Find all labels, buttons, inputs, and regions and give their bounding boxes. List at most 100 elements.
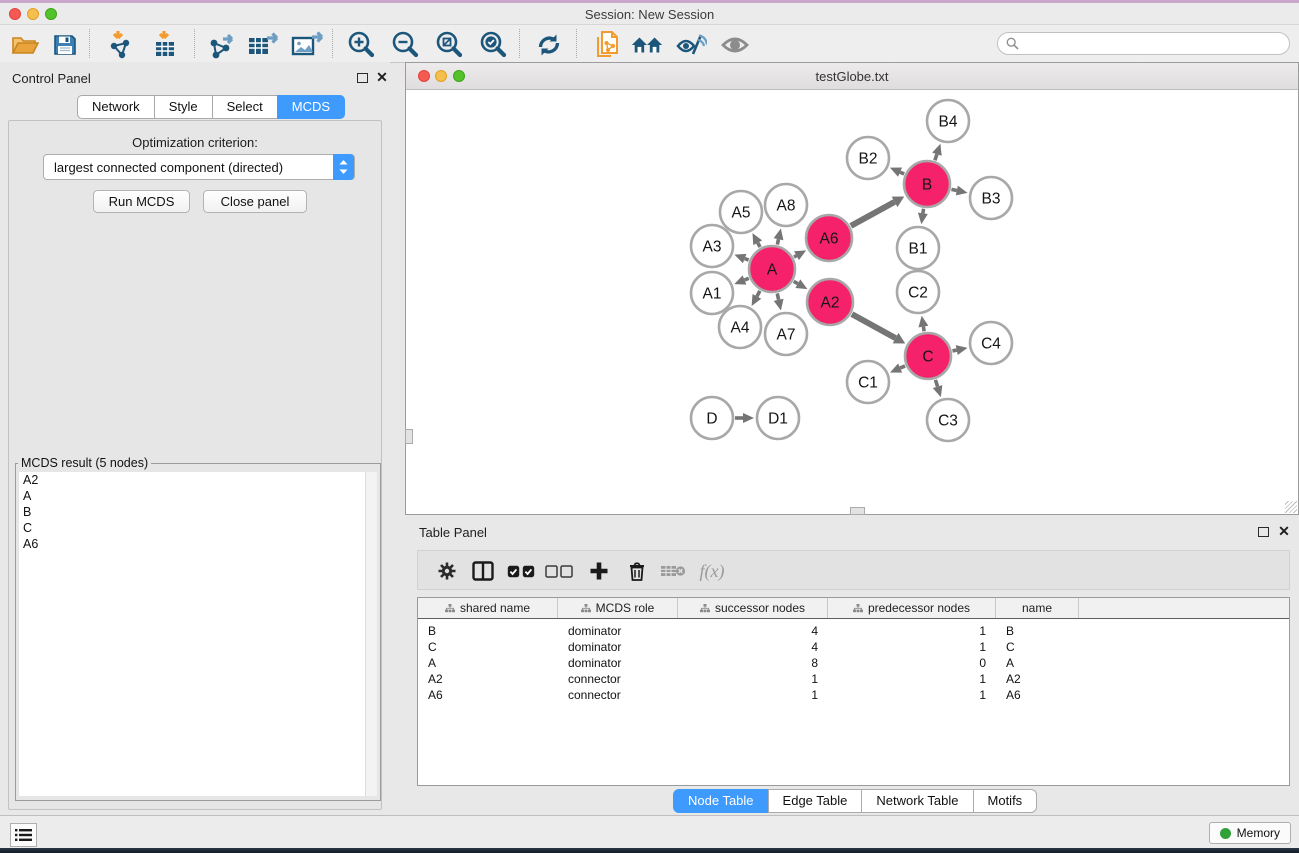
zoom-out-button[interactable] xyxy=(388,30,422,60)
home-button[interactable] xyxy=(630,30,664,60)
graph-edge-A-A5[interactable] xyxy=(752,233,762,247)
cell-successor-nodes[interactable]: 8 xyxy=(678,655,828,671)
graph-edge-A-A4[interactable] xyxy=(752,291,762,306)
graph-edge-C-C4[interactable] xyxy=(952,345,967,355)
cell-mcds-role[interactable]: dominator xyxy=(558,639,678,655)
table-settings-button[interactable] xyxy=(432,558,462,584)
graph-node-B3[interactable]: B3 xyxy=(970,177,1012,219)
graph-edge-A-A6[interactable] xyxy=(794,250,806,260)
table-row[interactable]: Bdominator41B xyxy=(418,623,1289,639)
search-input[interactable] xyxy=(1024,34,1283,55)
graph-node-B[interactable]: B xyxy=(904,161,950,207)
network-canvas[interactable]: B4B2BB3B1A5A8A6A3AA1C2A2A4A7C4CC1C3DD1 xyxy=(406,89,1298,514)
graph-edge-A2-C[interactable] xyxy=(852,314,905,343)
graph-edge-A6-B[interactable] xyxy=(851,197,904,226)
mcds-result-item[interactable]: B xyxy=(19,504,365,520)
graph-edge-B-B3[interactable] xyxy=(951,186,967,196)
export-network-button[interactable] xyxy=(205,30,239,60)
run-mcds-button[interactable]: Run MCDS xyxy=(93,190,190,213)
hide-graphics-details-button[interactable] xyxy=(718,30,752,60)
mcds-result-item[interactable]: C xyxy=(19,520,365,536)
export-image-button[interactable] xyxy=(291,30,325,60)
graph-edge-A-A2[interactable] xyxy=(794,279,808,289)
tab-edge-table[interactable]: Edge Table xyxy=(768,789,863,813)
cell-name[interactable]: A xyxy=(996,655,1079,671)
new-network-from-selection-button[interactable] xyxy=(590,30,624,60)
column-header-name[interactable]: name xyxy=(996,598,1079,618)
column-header-mcds-role[interactable]: MCDS role xyxy=(558,598,678,618)
cell-successor-nodes[interactable]: 4 xyxy=(678,623,828,639)
import-table-button[interactable] xyxy=(149,30,183,60)
refresh-button[interactable] xyxy=(532,30,566,60)
close-panel-button[interactable]: ✕ xyxy=(1277,524,1291,538)
table-row[interactable]: A2connector11A2 xyxy=(418,671,1289,687)
graph-edge-A-A3[interactable] xyxy=(734,254,748,263)
cell-name[interactable]: C xyxy=(996,639,1079,655)
graph-node-C1[interactable]: C1 xyxy=(847,361,889,403)
window-resize-grip[interactable] xyxy=(850,507,865,515)
graph-node-A[interactable]: A xyxy=(749,246,795,292)
table-row[interactable]: A6connector11A6 xyxy=(418,687,1289,703)
graph-edge-A-A7[interactable] xyxy=(774,293,784,310)
save-session-button[interactable] xyxy=(48,30,82,60)
criterion-select[interactable]: largest connected component (directed) xyxy=(43,154,355,180)
cell-successor-nodes[interactable]: 4 xyxy=(678,639,828,655)
cell-mcds-role[interactable]: connector xyxy=(558,687,678,703)
cell-name[interactable]: B xyxy=(996,623,1079,639)
graph-node-C3[interactable]: C3 xyxy=(927,399,969,441)
close-panel-action-button[interactable]: Close panel xyxy=(203,190,307,213)
cell-predecessor-nodes[interactable]: 1 xyxy=(828,639,996,655)
mcds-result-item[interactable]: A xyxy=(19,488,365,504)
column-header-predecessor-nodes[interactable]: predecessor nodes xyxy=(828,598,996,618)
float-panel-button[interactable] xyxy=(1258,527,1269,537)
cell-predecessor-nodes[interactable]: 0 xyxy=(828,655,996,671)
graph-node-A7[interactable]: A7 xyxy=(765,313,807,355)
task-history-button[interactable] xyxy=(10,823,37,847)
graph-edge-B-B2[interactable] xyxy=(890,168,904,177)
graph-node-B1[interactable]: B1 xyxy=(897,227,939,269)
tab-network-table[interactable]: Network Table xyxy=(861,789,973,813)
cell-shared-name[interactable]: A xyxy=(418,655,558,671)
graph-node-C4[interactable]: C4 xyxy=(970,322,1012,364)
window-resize-grip[interactable] xyxy=(1285,501,1297,513)
cell-shared-name[interactable]: C xyxy=(418,639,558,655)
tab-network[interactable]: Network xyxy=(77,95,155,119)
graph-edge-C-C3[interactable] xyxy=(933,380,943,397)
window-resize-grip[interactable] xyxy=(405,429,413,444)
function-builder-button[interactable]: f(x) xyxy=(692,558,732,584)
cell-shared-name[interactable]: A6 xyxy=(418,687,558,703)
graph-edge-A-A1[interactable] xyxy=(734,275,749,284)
zoom-in-button[interactable] xyxy=(344,30,378,60)
mcds-result-scrollbar[interactable] xyxy=(365,472,377,796)
graph-node-B2[interactable]: B2 xyxy=(847,137,889,179)
show-graphics-details-button[interactable] xyxy=(674,30,708,60)
export-table-button[interactable] xyxy=(247,30,281,60)
graph-node-A3[interactable]: A3 xyxy=(691,225,733,267)
column-header-successor-nodes[interactable]: successor nodes xyxy=(678,598,828,618)
table-row[interactable]: Adominator80A xyxy=(418,655,1289,671)
cell-shared-name[interactable]: B xyxy=(418,623,558,639)
float-panel-button[interactable] xyxy=(357,73,368,83)
zoom-fit-button[interactable] xyxy=(432,30,466,60)
tab-select[interactable]: Select xyxy=(212,95,278,119)
select-all-button[interactable] xyxy=(506,558,536,584)
close-panel-button[interactable]: ✕ xyxy=(375,70,389,84)
cell-name[interactable]: A2 xyxy=(996,671,1079,687)
graph-edge-A-A8[interactable] xyxy=(774,228,784,244)
tab-motifs[interactable]: Motifs xyxy=(973,789,1038,813)
tab-style[interactable]: Style xyxy=(154,95,213,119)
graph-node-A6[interactable]: A6 xyxy=(806,215,852,261)
graph-node-C[interactable]: C xyxy=(905,333,951,379)
cell-predecessor-nodes[interactable]: 1 xyxy=(828,687,996,703)
cell-mcds-role[interactable]: dominator xyxy=(558,655,678,671)
cell-mcds-role[interactable]: connector xyxy=(558,671,678,687)
deselect-all-button[interactable] xyxy=(544,558,574,584)
cell-successor-nodes[interactable]: 1 xyxy=(678,687,828,703)
graph-node-D1[interactable]: D1 xyxy=(757,397,799,439)
delete-column-button[interactable] xyxy=(622,558,652,584)
graph-node-A5[interactable]: A5 xyxy=(720,191,762,233)
open-session-button[interactable] xyxy=(8,30,42,60)
split-column-button[interactable] xyxy=(468,558,498,584)
graph-edge-D-D1[interactable] xyxy=(735,413,754,423)
graph-node-A1[interactable]: A1 xyxy=(691,272,733,314)
